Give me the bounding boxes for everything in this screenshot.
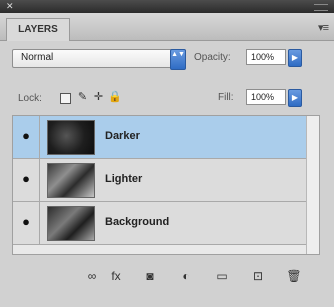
panel-body: Normal ▲▼ Opacity: 100% ▶ Lock: ✎ ✛ 🔒 Fi… xyxy=(0,41,334,307)
new-layer-icon[interactable]: ⊡ xyxy=(248,267,268,285)
adjustment-layer-icon[interactable]: ◐ xyxy=(176,267,196,285)
blend-mode-spinner-icon[interactable]: ▲▼ xyxy=(170,49,186,70)
close-icon[interactable]: ✕ xyxy=(6,1,14,12)
delete-layer-icon[interactable]: 🗑 xyxy=(284,267,304,285)
fill-field[interactable]: 100% xyxy=(246,89,286,105)
layers-scrollbar[interactable] xyxy=(306,116,319,254)
opacity-label: Opacity: xyxy=(194,52,231,63)
layer-row-background[interactable]: ● Background xyxy=(13,202,319,245)
lock-transparent-pixels-icon[interactable] xyxy=(60,93,71,104)
lock-all-icon[interactable]: 🔒 xyxy=(108,91,122,104)
blend-mode-select[interactable]: Normal ▲▼ xyxy=(12,49,186,70)
layer-row-lighter[interactable]: ● Lighter xyxy=(13,159,319,202)
visibility-eye-icon[interactable]: ● xyxy=(13,116,40,158)
lock-label: Lock: xyxy=(18,93,42,104)
new-group-icon[interactable]: ▭ xyxy=(212,267,232,285)
layers-list: ● Darker ● Lighter ● Background xyxy=(12,115,320,255)
layer-thumbnail xyxy=(47,163,95,198)
fill-stepper-icon[interactable]: ▶ xyxy=(288,89,302,107)
opacity-field[interactable]: 100% xyxy=(246,49,286,65)
lock-position-icon[interactable]: ✛ xyxy=(92,91,105,104)
blend-mode-value: Normal xyxy=(21,52,54,63)
layer-thumbnail xyxy=(47,206,95,241)
lock-image-pixels-icon[interactable]: ✎ xyxy=(76,91,89,104)
layer-name[interactable]: Lighter xyxy=(105,173,142,185)
opacity-stepper-icon[interactable]: ▶ xyxy=(288,49,302,67)
tab-bar: LAYERS ▾≡ xyxy=(0,13,334,41)
layer-style-icon[interactable]: fx xyxy=(106,267,126,285)
panel-menu-icon[interactable]: ▾≡ xyxy=(318,21,329,34)
grip-icon[interactable] xyxy=(314,4,328,11)
panel-titlebar[interactable]: ✕ xyxy=(0,0,334,13)
fill-label: Fill: xyxy=(218,92,234,103)
layers-panel: ✕ LAYERS ▾≡ Normal ▲▼ Opacity: 100% ▶ Lo… xyxy=(0,0,334,307)
layer-row-darker[interactable]: ● Darker xyxy=(13,116,319,159)
tab-layers[interactable]: LAYERS xyxy=(6,18,70,41)
layer-thumbnail xyxy=(47,120,95,155)
layer-name[interactable]: Background xyxy=(105,216,169,228)
visibility-eye-icon[interactable]: ● xyxy=(13,202,40,244)
layers-toolbar: ∞ fx ◙ ◐ ▭ ⊡ 🗑 xyxy=(0,267,334,289)
visibility-eye-icon[interactable]: ● xyxy=(13,159,40,201)
layer-mask-icon[interactable]: ◙ xyxy=(140,267,160,285)
layer-name[interactable]: Darker xyxy=(105,130,140,142)
link-layers-icon[interactable]: ∞ xyxy=(82,267,102,285)
